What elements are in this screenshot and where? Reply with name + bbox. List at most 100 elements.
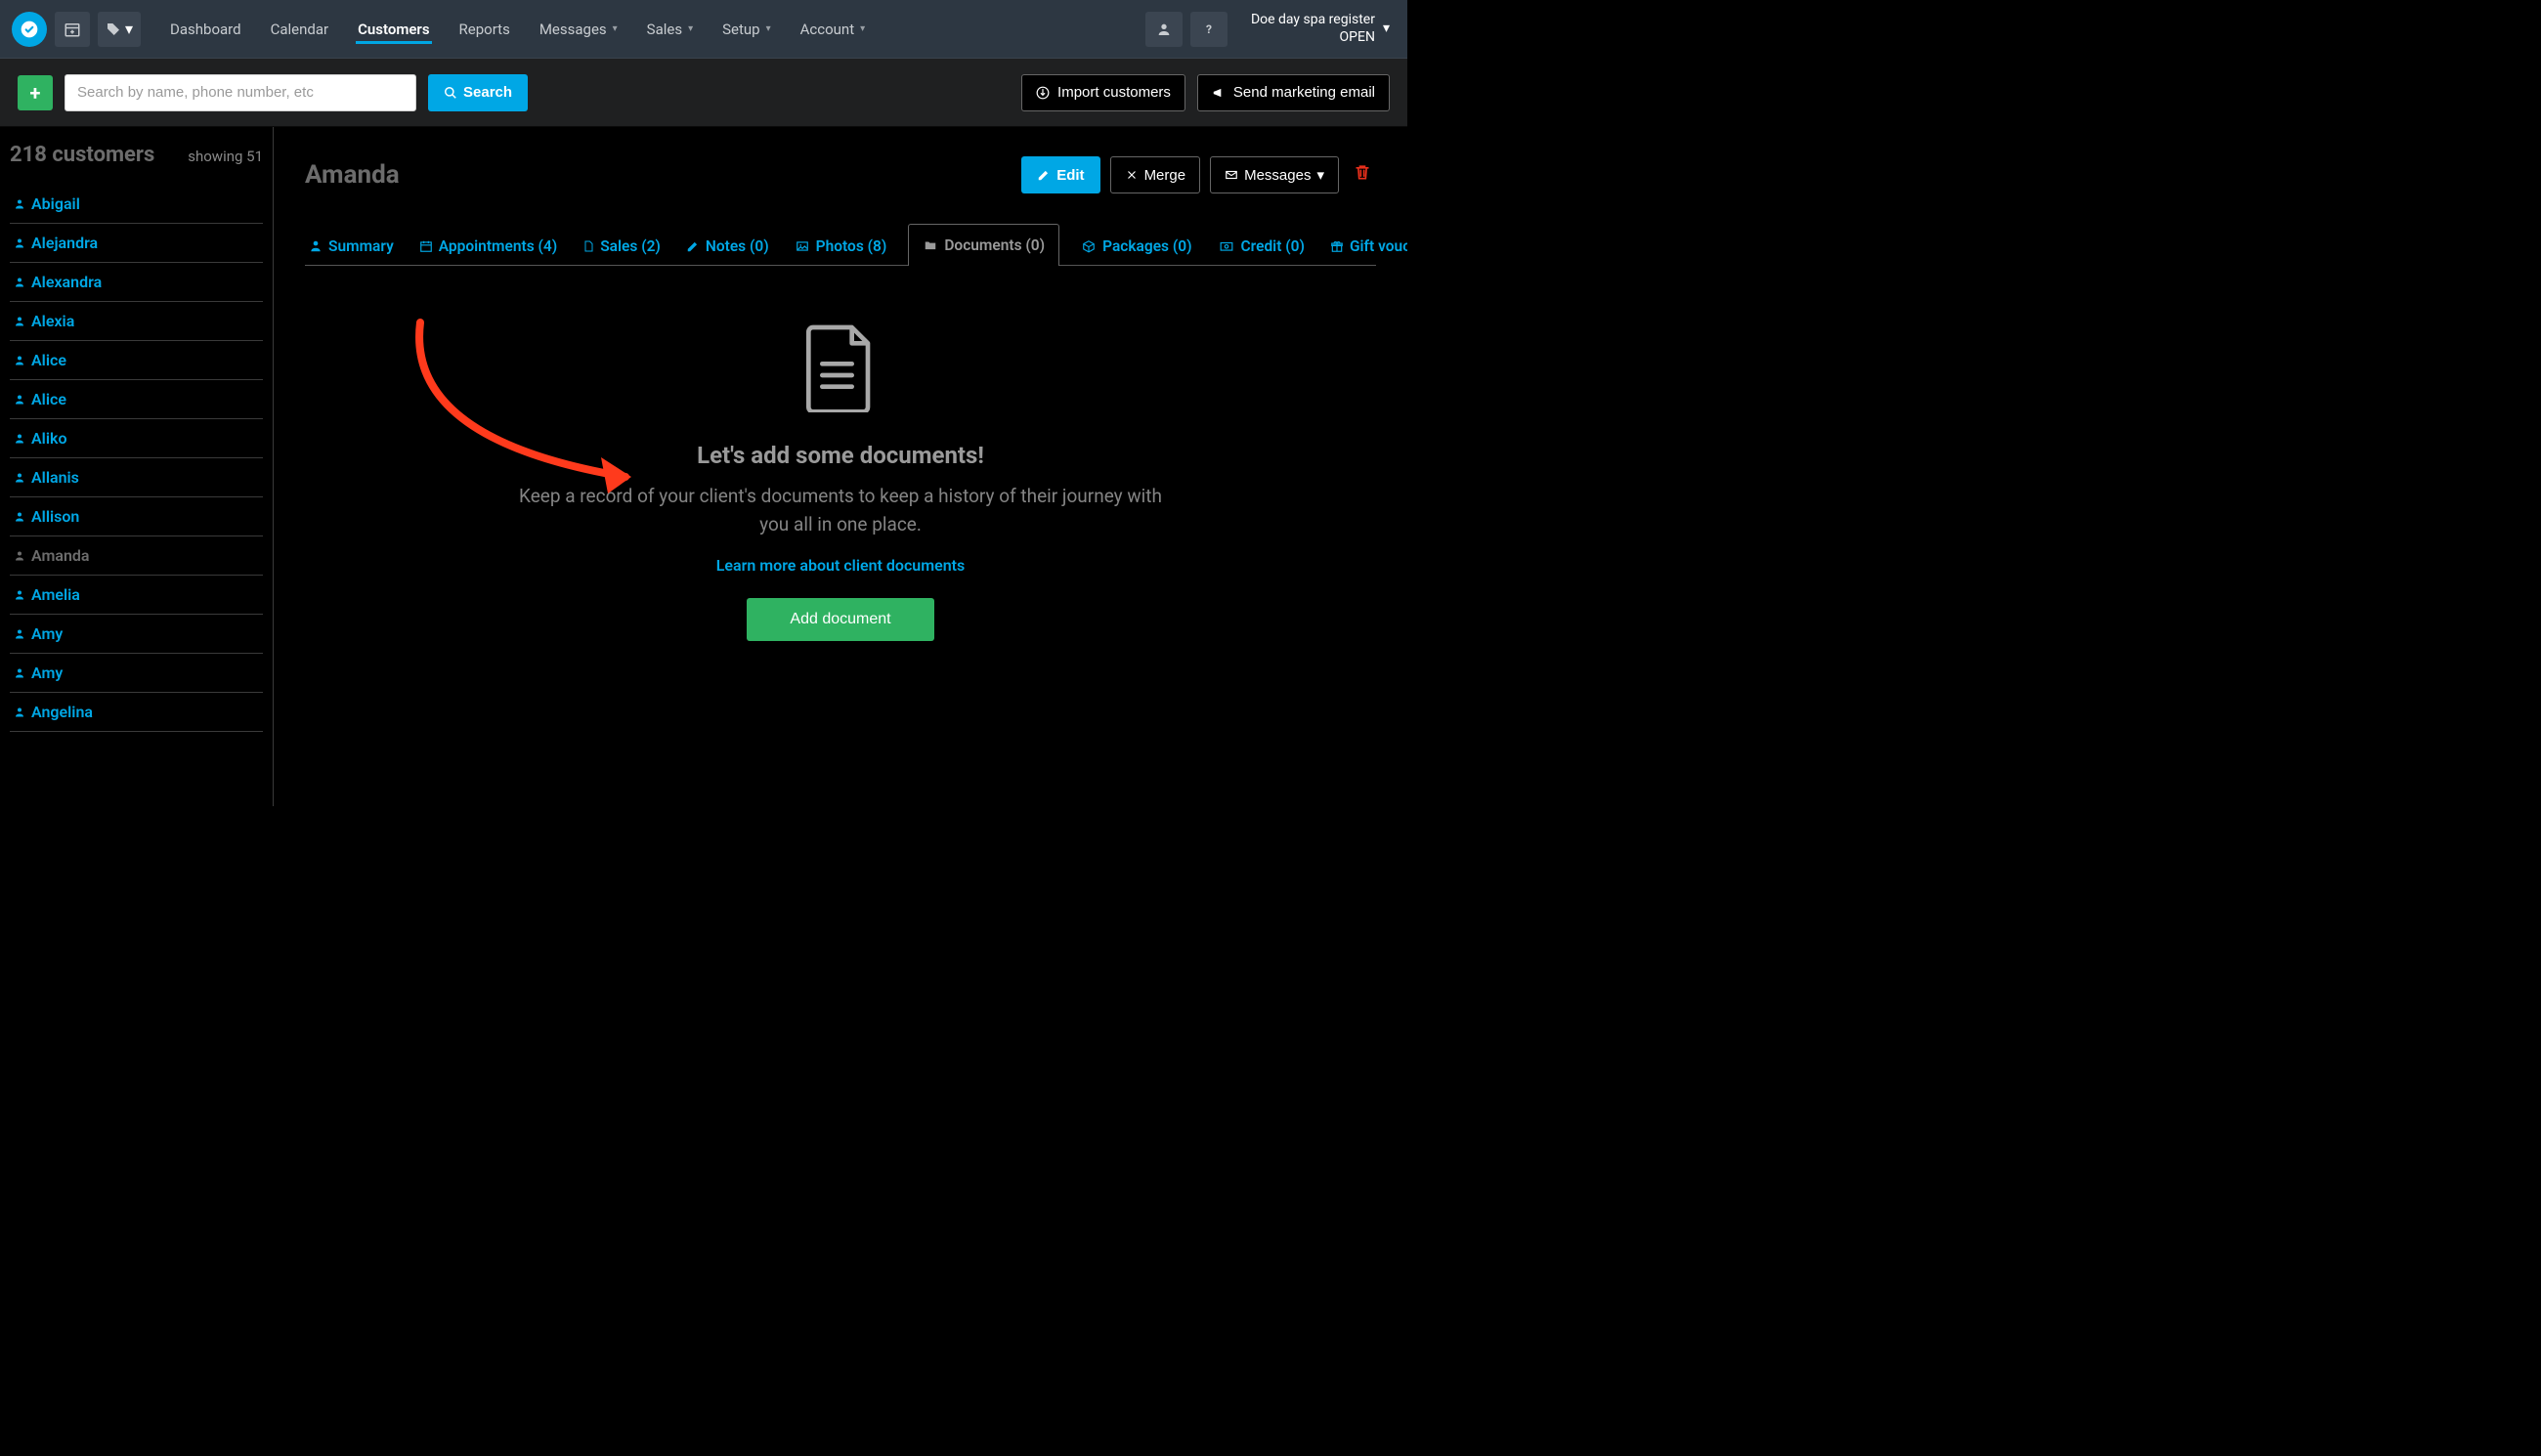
tab-label: Gift vouchers (1): [1350, 237, 1407, 255]
customer-item-name: Alejandra: [31, 234, 98, 252]
calendar-plus-icon: [64, 21, 81, 38]
customer-item-name: Alexia: [31, 312, 74, 330]
customer-list-item[interactable]: Amanda: [10, 536, 263, 576]
caret-down-icon: ▾: [125, 20, 133, 38]
customer-list-item[interactable]: Angelina: [10, 693, 263, 732]
calendar-icon: [419, 239, 433, 253]
customer-list-item[interactable]: Allanis: [10, 458, 263, 497]
user-icon: [14, 432, 25, 446]
gift-icon: [1330, 239, 1344, 253]
tab-credit[interactable]: Credit (0): [1214, 228, 1309, 265]
import-customers-button[interactable]: Import customers: [1021, 74, 1185, 111]
user-icon: [14, 510, 25, 524]
document-icon: [806, 324, 875, 412]
tab-summary[interactable]: Summary: [305, 228, 398, 265]
customer-detail: Amanda Edit Merge Messages ▾: [274, 127, 1407, 806]
tab-label: Documents (0): [944, 236, 1045, 254]
tag-button[interactable]: ▾: [98, 12, 141, 47]
customer-name: Amanda: [305, 160, 400, 190]
register-status: OPEN: [1251, 29, 1375, 47]
edit-icon: [1037, 168, 1051, 182]
customers-toolbar: + Search Import customers Send marketing…: [0, 59, 1407, 127]
tab-documents[interactable]: Documents (0): [908, 224, 1059, 266]
customer-item-name: Amy: [31, 664, 63, 682]
user-account-button[interactable]: [1145, 12, 1183, 47]
customers-sidebar: 218 customers showing 51 Abigail Alejandr…: [0, 127, 274, 806]
messages-button[interactable]: Messages ▾: [1210, 156, 1339, 193]
empty-title: Let's add some documents!: [305, 442, 1376, 469]
help-button[interactable]: ?: [1190, 12, 1227, 47]
main-content: 218 customers showing 51 Abigail Alejandr…: [0, 127, 1407, 806]
search-input[interactable]: [65, 74, 416, 111]
user-icon: [14, 627, 25, 641]
tab-notes[interactable]: Notes (0): [682, 228, 773, 265]
search-button[interactable]: Search: [428, 74, 528, 111]
tab-label: Credit (0): [1241, 237, 1305, 255]
customer-item-name: Alice: [31, 351, 66, 369]
sidebar-header: 218 customers showing 51: [10, 143, 263, 167]
nav-calendar[interactable]: Calendar: [269, 15, 331, 44]
calendar-add-button[interactable]: [55, 12, 90, 47]
tab-label: Photos (8): [816, 237, 887, 255]
register-selector[interactable]: Doe day spa register OPEN ▾: [1245, 8, 1396, 50]
customer-list-item[interactable]: Alexandra: [10, 263, 263, 302]
customer-list-item[interactable]: Alice: [10, 341, 263, 380]
customer-item-name: Alexandra: [31, 273, 102, 291]
customer-item-name: Angelina: [31, 703, 93, 721]
empty-text: Keep a record of your client's documents…: [518, 483, 1163, 538]
customer-count: 218 customers: [10, 143, 154, 167]
edit-button[interactable]: Edit: [1021, 156, 1099, 193]
trash-icon: [1353, 161, 1372, 183]
nav-setup[interactable]: Setup▾: [720, 15, 773, 44]
send-marketing-email-button[interactable]: Send marketing email: [1197, 74, 1390, 111]
merge-button[interactable]: Merge: [1110, 156, 1201, 193]
delete-button[interactable]: [1349, 157, 1376, 193]
customer-item-name: Amelia: [31, 585, 80, 604]
folder-icon: [923, 238, 938, 252]
detail-header: Amanda Edit Merge Messages ▾: [305, 156, 1376, 193]
user-icon: [14, 666, 25, 680]
customer-list-item[interactable]: Alejandra: [10, 224, 263, 263]
customer-list-item[interactable]: Allison: [10, 497, 263, 536]
nav-sales[interactable]: Sales▾: [645, 15, 695, 44]
user-icon: [14, 236, 25, 250]
tab-packages[interactable]: Packages (0): [1077, 228, 1195, 265]
top-nav: ▾ Dashboard Calendar Customers Reports M…: [0, 0, 1407, 59]
svg-text:?: ?: [1206, 22, 1212, 36]
tab-gift[interactable]: Gift vouchers (1): [1326, 228, 1407, 265]
user-icon: [309, 239, 323, 253]
nav-customers[interactable]: Customers: [356, 15, 431, 44]
app-logo[interactable]: [12, 12, 47, 47]
customer-list-item[interactable]: Aliko: [10, 419, 263, 458]
customer-list: Abigail Alejandra Alexandra Alexia Alice Alic…: [10, 185, 263, 732]
tab-sales[interactable]: Sales (2): [579, 228, 665, 265]
customer-item-name: Alice: [31, 390, 66, 408]
user-icon: [14, 354, 25, 367]
package-icon: [1081, 239, 1097, 253]
tab-photos[interactable]: Photos (8): [791, 228, 891, 265]
tab-appointments[interactable]: Appointments (4): [415, 228, 561, 265]
nav-reports[interactable]: Reports: [457, 15, 512, 44]
add-document-button[interactable]: Add document: [747, 598, 933, 641]
caret-down-icon: ▾: [688, 23, 693, 34]
customer-list-item[interactable]: Amy: [10, 615, 263, 654]
customer-list-item[interactable]: Alexia: [10, 302, 263, 341]
customer-list-item[interactable]: Amy: [10, 654, 263, 693]
nav-dashboard[interactable]: Dashboard: [168, 15, 243, 44]
user-icon: [14, 276, 25, 289]
caret-down-icon: ▾: [766, 23, 771, 34]
customer-list-item[interactable]: Abigail: [10, 185, 263, 224]
add-customer-button[interactable]: +: [18, 75, 53, 110]
tab-label: Sales (2): [600, 237, 661, 255]
nav-account[interactable]: Account▾: [798, 15, 868, 44]
learn-more-link[interactable]: Learn more about client documents: [716, 556, 966, 575]
caret-down-icon: ▾: [1383, 21, 1390, 38]
tab-label: Packages (0): [1102, 237, 1191, 255]
tab-label: Summary: [328, 237, 394, 255]
customer-list-item[interactable]: Alice: [10, 380, 263, 419]
main-menu: Dashboard Calendar Customers Reports Mes…: [168, 15, 867, 44]
nav-messages[interactable]: Messages▾: [538, 15, 620, 44]
customer-list-item[interactable]: Amelia: [10, 576, 263, 615]
customer-item-name: Abigail: [31, 194, 80, 213]
question-icon: ?: [1201, 21, 1217, 37]
